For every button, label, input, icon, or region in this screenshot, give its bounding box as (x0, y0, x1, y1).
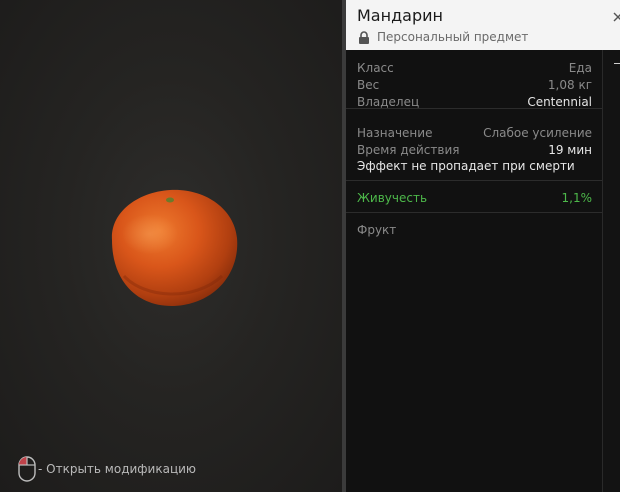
properties-section: Класс Еда Вес 1,08 кг Владелец Centennia… (346, 50, 602, 109)
category-section: Фрукт (346, 213, 602, 246)
purpose-row: Назначение Слабое усиление (357, 124, 592, 141)
tangerine-model (104, 186, 240, 310)
property-row-weight: Вес 1,08 кг (357, 76, 592, 93)
owner-value: Centennial (527, 94, 592, 109)
class-value: Еда (568, 60, 592, 75)
vitality-value: 1,1% (561, 190, 593, 205)
close-icon[interactable] (612, 11, 620, 23)
scroll-thumb[interactable] (614, 63, 620, 64)
duration-label: Время действия (357, 142, 460, 157)
item-header: Мандарин Персональный предмет (346, 0, 620, 50)
owner-label: Владелец (357, 94, 420, 109)
purpose-value: Слабое усиление (483, 125, 592, 140)
property-row-owner: Владелец Centennial (357, 93, 592, 110)
lock-icon (359, 30, 369, 44)
effect-section: Назначение Слабое усиление Время действи… (346, 109, 602, 181)
stat-row-vitality: Живучесть 1,1% (357, 189, 592, 206)
weight-label: Вес (357, 77, 380, 92)
duration-row: Время действия 19 мин (357, 141, 592, 158)
vitality-label: Живучесть (357, 190, 428, 205)
hint-text: - Открыть модификацию (38, 462, 197, 476)
ownership-label: Персональный предмет (377, 30, 529, 44)
effect-note: Эффект не пропадает при смерти (357, 159, 575, 173)
item-title: Мандарин (357, 6, 443, 25)
weight-value: 1,08 кг (547, 77, 592, 92)
stat-section: Живучесть 1,1% (346, 181, 602, 213)
category-row: Фрукт (357, 221, 591, 238)
mouse-icon (18, 456, 36, 482)
class-label: Класс (357, 60, 394, 75)
category-label: Фрукт (357, 222, 397, 237)
property-row-class: Класс Еда (357, 59, 592, 76)
item-3d-viewer[interactable]: - Открыть модификацию (0, 0, 342, 492)
item-details-panel: Класс Еда Вес 1,08 кг Владелец Centennia… (346, 50, 603, 492)
open-modification-hint: - Открыть модификацию (18, 455, 196, 483)
scrollbar[interactable] (603, 50, 620, 492)
duration-value: 19 мин (548, 142, 592, 157)
purpose-label: Назначение (357, 125, 433, 140)
ownership-row: Персональный предмет (358, 30, 528, 44)
